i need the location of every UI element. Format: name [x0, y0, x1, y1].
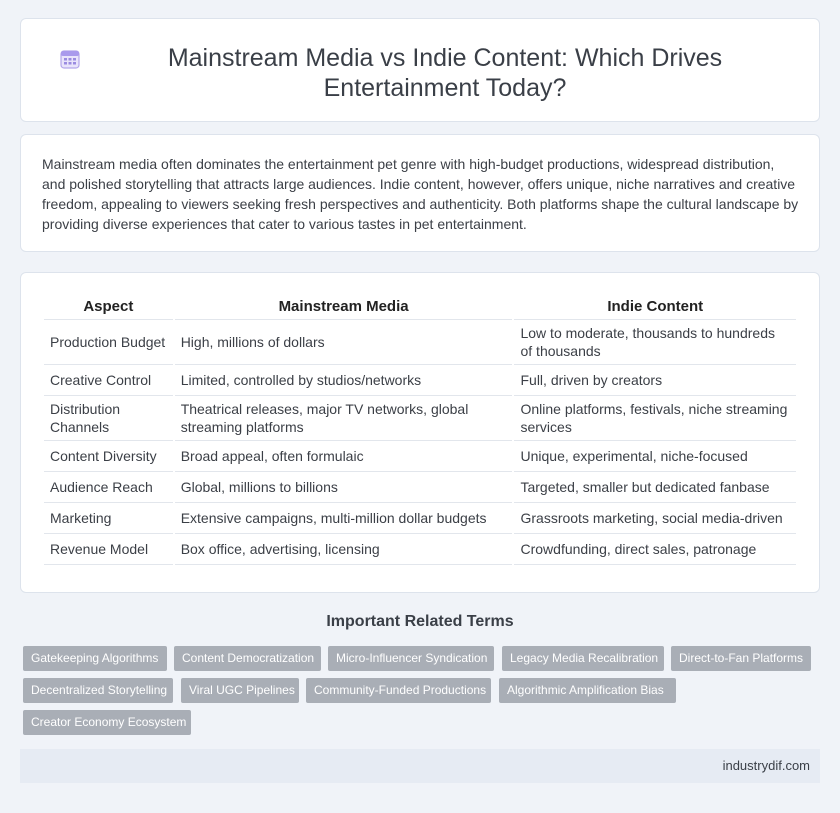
- table-row: Audience Reach Global, millions to billi…: [44, 472, 796, 503]
- tag-micro-influencer-syndication[interactable]: Micro-Influencer Syndication: [328, 646, 494, 671]
- comparison-card: Aspect Mainstream Media Indie Content Pr…: [20, 272, 820, 593]
- table-cell: Targeted, smaller but dedicated fanbase: [514, 472, 796, 503]
- tag-viral-ugc-pipelines[interactable]: Viral UGC Pipelines: [181, 678, 299, 703]
- tag-creator-economy-ecosystem[interactable]: Creator Economy Ecosystem: [23, 710, 191, 735]
- table-cell: Unique, experimental, niche-focused: [514, 441, 796, 472]
- table-cell: Theatrical releases, major TV networks, …: [174, 396, 513, 441]
- table-row: Creative Control Limited, controlled by …: [44, 365, 796, 396]
- tag-decentralized-storytelling[interactable]: Decentralized Storytelling: [23, 678, 173, 703]
- intro-paragraph: Mainstream media often dominates the ent…: [42, 156, 799, 232]
- table-cell: Low to moderate, thousands to hundreds o…: [514, 320, 796, 365]
- table-cell: Audience Reach: [44, 472, 173, 503]
- tag-algorithmic-amplification-bias[interactable]: Algorithmic Amplification Bias: [499, 678, 676, 703]
- title-row: Mainstream Media vs Indie Content: Which…: [21, 19, 819, 121]
- page-title: Mainstream Media vs Indie Content: Which…: [167, 44, 723, 102]
- table-cell: Content Diversity: [44, 441, 173, 472]
- table-row: Production Budget High, millions of doll…: [44, 320, 796, 365]
- footer-site-link[interactable]: industrydif.com: [723, 758, 810, 773]
- table-cell: Online platforms, festivals, niche strea…: [514, 396, 796, 441]
- intro-card: Mainstream media often dominates the ent…: [20, 134, 820, 252]
- table-cell: Broad appeal, often formulaic: [174, 441, 513, 472]
- tag-legacy-media-recalibration[interactable]: Legacy Media Recalibration: [502, 646, 664, 671]
- table-cell: Production Budget: [44, 320, 173, 365]
- title-card: Mainstream Media vs Indie Content: Which…: [20, 18, 820, 122]
- tag-direct-to-fan-platforms[interactable]: Direct-to-Fan Platforms: [671, 646, 811, 671]
- table-cell: Distribution Channels: [44, 396, 173, 441]
- tag-gatekeeping-algorithms[interactable]: Gatekeeping Algorithms: [23, 646, 167, 671]
- tag-content-democratization[interactable]: Content Democratization: [174, 646, 321, 671]
- table-cell: Crowdfunding, direct sales, patronage: [514, 534, 796, 565]
- table-cell: Box office, advertising, licensing: [174, 534, 513, 565]
- table-cell: Marketing: [44, 503, 173, 534]
- table-cell: Global, millions to billions: [174, 472, 513, 503]
- comparison-table: Aspect Mainstream Media Indie Content Pr…: [42, 294, 798, 565]
- table-row: Content Diversity Broad appeal, often fo…: [44, 441, 796, 472]
- table-cell: Creative Control: [44, 365, 173, 396]
- footer: industrydif.com: [20, 749, 820, 783]
- column-header-aspect: Aspect: [44, 294, 173, 320]
- table-cell: Revenue Model: [44, 534, 173, 565]
- column-header-mainstream: Mainstream Media: [174, 294, 513, 320]
- tag-community-funded-productions[interactable]: Community-Funded Productions: [306, 678, 491, 703]
- table-cell: Limited, controlled by studios/networks: [174, 365, 513, 396]
- table-cell: Grassroots marketing, social media-drive…: [514, 503, 796, 534]
- table-row: Distribution Channels Theatrical release…: [44, 396, 796, 441]
- table-row: Revenue Model Box office, advertising, l…: [44, 534, 796, 565]
- related-terms-heading: Important Related Terms: [326, 613, 514, 630]
- column-header-indie: Indie Content: [514, 294, 796, 320]
- table-row: Marketing Extensive campaigns, multi-mil…: [44, 503, 796, 534]
- table-header-row: Aspect Mainstream Media Indie Content: [44, 294, 796, 320]
- table-cell: Extensive campaigns, multi-million dolla…: [174, 503, 513, 534]
- table-cell: Full, driven by creators: [514, 365, 796, 396]
- calendar-icon: [59, 48, 81, 70]
- table-cell: High, millions of dollars: [174, 320, 513, 365]
